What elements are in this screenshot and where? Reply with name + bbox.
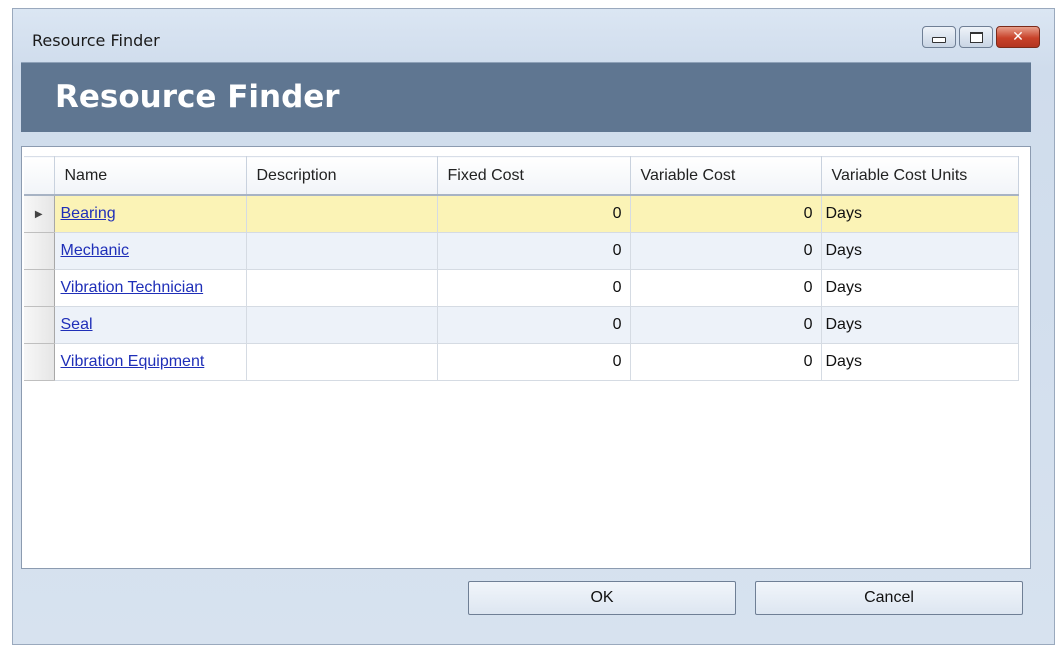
table-row[interactable]: ▶ Bearing 0 0 Days (24, 195, 1019, 233)
units-cell[interactable]: Days (821, 269, 1019, 307)
row-selector[interactable]: ▶ (24, 195, 55, 233)
units-cell[interactable]: Days (821, 232, 1019, 270)
table-row[interactable]: Seal 0 0 Days (24, 306, 1019, 344)
row-selector[interactable] (24, 232, 55, 270)
column-header-description[interactable]: Description (246, 156, 438, 196)
fixed-cost-cell[interactable]: 0 (437, 195, 631, 233)
description-cell[interactable] (246, 343, 438, 381)
variable-cost-cell[interactable]: 0 (630, 343, 822, 381)
row-selector[interactable] (24, 306, 55, 344)
resource-link[interactable]: Bearing (61, 205, 116, 222)
resource-link[interactable]: Vibration Equipment (61, 353, 205, 370)
header-banner: Resource Finder (21, 62, 1031, 132)
resource-link[interactable]: Vibration Technician (61, 279, 204, 296)
maximize-icon (969, 31, 983, 43)
units-cell[interactable]: Days (821, 343, 1019, 381)
resource-link[interactable]: Mechanic (61, 242, 129, 259)
fixed-cost-cell[interactable]: 0 (437, 306, 631, 344)
variable-cost-cell[interactable]: 0 (630, 269, 822, 307)
row-pointer-icon: ▶ (34, 208, 43, 220)
window-title: Resource Finder (32, 31, 160, 50)
variable-cost-cell[interactable]: 0 (630, 306, 822, 344)
variable-cost-cell[interactable]: 0 (630, 195, 822, 233)
description-cell[interactable] (246, 195, 438, 233)
minimize-button[interactable] (922, 26, 956, 48)
column-header-fixed-cost[interactable]: Fixed Cost (437, 156, 631, 196)
maximize-button[interactable] (959, 26, 993, 48)
close-button[interactable]: ✕ (996, 26, 1040, 48)
units-cell[interactable]: Days (821, 195, 1019, 233)
fixed-cost-cell[interactable]: 0 (437, 232, 631, 270)
cancel-button[interactable]: Cancel (755, 581, 1023, 615)
name-cell: Vibration Equipment (54, 343, 247, 381)
description-cell[interactable] (246, 232, 438, 270)
table-row[interactable]: Mechanic 0 0 Days (24, 232, 1019, 270)
table-row[interactable]: Vibration Equipment 0 0 Days (24, 343, 1019, 381)
fixed-cost-cell[interactable]: 0 (437, 343, 631, 381)
row-selector-header (24, 156, 55, 196)
window-caption-buttons: ✕ (922, 26, 1040, 48)
resource-grid: Name Description Fixed Cost Variable Cos… (24, 156, 1019, 381)
name-cell: Vibration Technician (54, 269, 247, 307)
units-cell[interactable]: Days (821, 306, 1019, 344)
column-header-name[interactable]: Name (54, 156, 247, 196)
fixed-cost-cell[interactable]: 0 (437, 269, 631, 307)
row-selector[interactable] (24, 343, 55, 381)
name-cell: Mechanic (54, 232, 247, 270)
column-header-variable-cost-units[interactable]: Variable Cost Units (821, 156, 1019, 196)
ok-button[interactable]: OK (468, 581, 736, 615)
resource-link[interactable]: Seal (61, 316, 93, 333)
minimize-icon (932, 37, 946, 43)
resource-grid-panel: Name Description Fixed Cost Variable Cos… (21, 146, 1031, 569)
name-cell: Bearing (54, 195, 247, 233)
close-icon: ✕ (1012, 29, 1024, 45)
name-cell: Seal (54, 306, 247, 344)
grid-header-row: Name Description Fixed Cost Variable Cos… (24, 156, 1019, 196)
description-cell[interactable] (246, 269, 438, 307)
column-header-variable-cost[interactable]: Variable Cost (630, 156, 822, 196)
variable-cost-cell[interactable]: 0 (630, 232, 822, 270)
row-selector[interactable] (24, 269, 55, 307)
table-row[interactable]: Vibration Technician 0 0 Days (24, 269, 1019, 307)
description-cell[interactable] (246, 306, 438, 344)
banner-title: Resource Finder (55, 79, 340, 115)
